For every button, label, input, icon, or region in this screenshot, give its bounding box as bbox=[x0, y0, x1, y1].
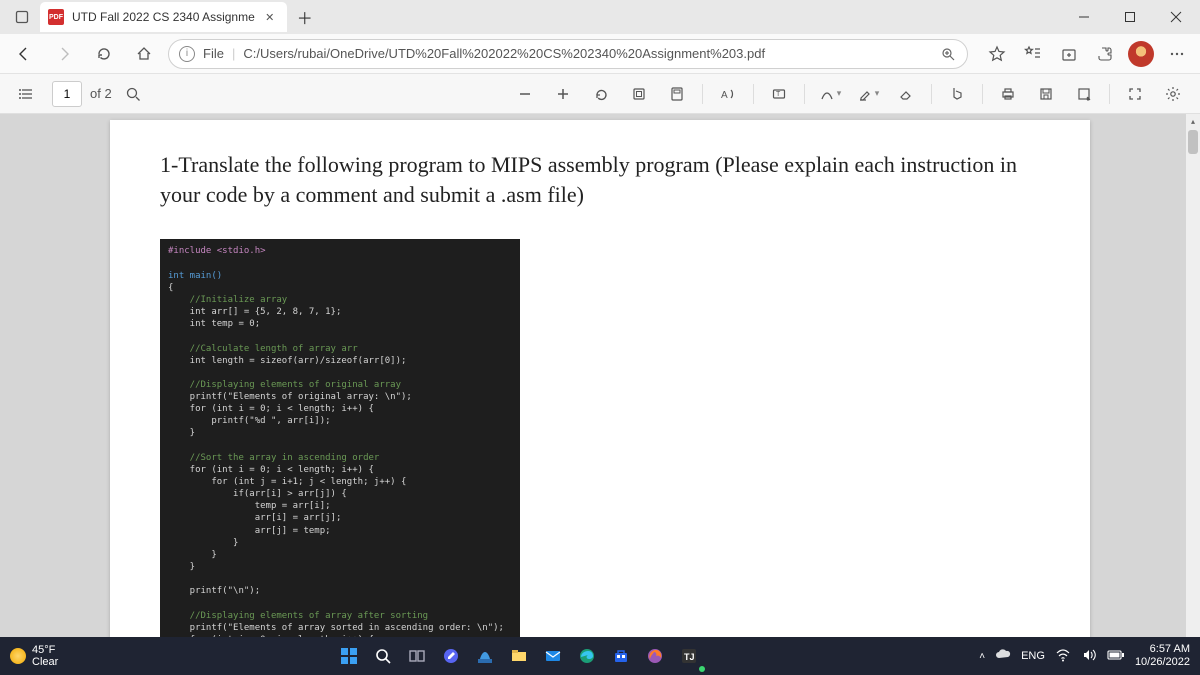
url-separator: | bbox=[232, 46, 235, 61]
weather-cond: Clear bbox=[32, 656, 58, 668]
url-prefix: File bbox=[203, 46, 224, 61]
scrollbar-thumb[interactable] bbox=[1188, 130, 1198, 154]
read-aloud-icon[interactable]: A bbox=[711, 78, 745, 110]
tab-close-icon[interactable]: ✕ bbox=[263, 10, 277, 24]
add-text-icon[interactable]: T bbox=[762, 78, 796, 110]
chat-button[interactable] bbox=[437, 642, 465, 670]
ask-bing-icon[interactable] bbox=[940, 78, 974, 110]
weather-temp: 45°F bbox=[32, 644, 58, 656]
contents-icon[interactable] bbox=[10, 78, 44, 110]
new-tab-button[interactable]: ＋ bbox=[291, 3, 319, 31]
status-dot-icon bbox=[699, 666, 705, 672]
save-icon[interactable] bbox=[1029, 78, 1063, 110]
page-count-label: of 2 bbox=[90, 86, 112, 101]
page-number-input[interactable] bbox=[52, 81, 82, 107]
zoom-out-icon[interactable] bbox=[508, 78, 542, 110]
more-menu-icon[interactable] bbox=[1162, 39, 1192, 69]
highlight-icon[interactable]: ▾ bbox=[851, 78, 885, 110]
svg-text:T: T bbox=[776, 91, 781, 98]
collections-icon[interactable] bbox=[1054, 39, 1084, 69]
forward-button[interactable] bbox=[48, 38, 80, 70]
system-tray: ˄ ENG 6:57 AM 10/26/2022 bbox=[969, 643, 1200, 668]
draw-icon[interactable]: ▾ bbox=[813, 78, 847, 110]
weather-icon bbox=[10, 648, 26, 664]
url-text: C:/Users/rubai/OneDrive/UTD%20Fall%20202… bbox=[243, 46, 931, 61]
pdf-search-icon[interactable] bbox=[116, 78, 150, 110]
window-close-button[interactable] bbox=[1154, 1, 1198, 33]
pdf-toolbar: of 2 A T ▾ ▾ bbox=[0, 74, 1200, 114]
scroll-up-icon[interactable]: ▴ bbox=[1186, 114, 1200, 128]
store-button[interactable] bbox=[607, 642, 635, 670]
question-text: 1-Translate the following program to MIP… bbox=[160, 150, 1040, 209]
edge-button[interactable] bbox=[573, 642, 601, 670]
taskbar-app-1[interactable] bbox=[471, 642, 499, 670]
windows-taskbar: 45°F Clear TJ ˄ ENG 6:57 AM 10/26/2022 bbox=[0, 637, 1200, 675]
zoom-icon[interactable] bbox=[939, 45, 957, 63]
window-minimize-button[interactable] bbox=[1062, 1, 1106, 33]
pdf-favicon: PDF bbox=[48, 9, 64, 25]
pdf-settings-icon[interactable] bbox=[1156, 78, 1190, 110]
file-explorer-button[interactable] bbox=[505, 642, 533, 670]
favorites-bar-icon[interactable] bbox=[1018, 39, 1048, 69]
tray-chevron-icon[interactable]: ˄ bbox=[979, 651, 985, 662]
tray-volume-icon[interactable] bbox=[1081, 647, 1097, 666]
refresh-button[interactable] bbox=[88, 38, 120, 70]
tray-onedrive-icon[interactable] bbox=[995, 647, 1011, 666]
favorite-star-icon[interactable] bbox=[982, 39, 1012, 69]
back-button[interactable] bbox=[8, 38, 40, 70]
browser-tab[interactable]: PDF UTD Fall 2022 CS 2340 Assignme ✕ bbox=[40, 2, 287, 32]
taskbar-center: TJ bbox=[68, 642, 969, 670]
rotate-icon[interactable] bbox=[584, 78, 618, 110]
svg-text:A: A bbox=[721, 90, 728, 101]
pdf-page: 1-Translate the following program to MIP… bbox=[110, 120, 1090, 637]
start-button[interactable] bbox=[335, 642, 363, 670]
chevron-down-icon: ▾ bbox=[875, 88, 880, 99]
tray-wifi-icon[interactable] bbox=[1055, 647, 1071, 666]
save-as-icon[interactable] bbox=[1067, 78, 1101, 110]
profile-avatar[interactable] bbox=[1126, 39, 1156, 69]
vertical-scrollbar[interactable]: ▴ bbox=[1186, 114, 1200, 637]
window-maximize-button[interactable] bbox=[1108, 1, 1152, 33]
chevron-down-icon: ▾ bbox=[837, 88, 842, 99]
extensions-icon[interactable] bbox=[1090, 39, 1120, 69]
tab-title: UTD Fall 2022 CS 2340 Assignme bbox=[72, 10, 255, 24]
page-view-icon[interactable] bbox=[660, 78, 694, 110]
code-block: #include <stdio.h> int main() { //Initia… bbox=[160, 239, 520, 637]
tray-clock[interactable]: 6:57 AM 10/26/2022 bbox=[1135, 643, 1190, 668]
task-view-button[interactable] bbox=[403, 642, 431, 670]
pdf-viewport[interactable]: 1-Translate the following program to MIP… bbox=[0, 114, 1200, 637]
mail-button[interactable] bbox=[539, 642, 567, 670]
taskbar-weather[interactable]: 45°F Clear bbox=[0, 644, 68, 668]
erase-icon[interactable] bbox=[889, 78, 923, 110]
fit-page-icon[interactable] bbox=[622, 78, 656, 110]
browser-tab-bar: PDF UTD Fall 2022 CS 2340 Assignme ✕ ＋ bbox=[0, 0, 1200, 34]
firefox-button[interactable] bbox=[641, 642, 669, 670]
tab-spacer-icon[interactable] bbox=[4, 0, 40, 34]
print-icon[interactable] bbox=[991, 78, 1025, 110]
address-bar: i File | C:/Users/rubai/OneDrive/UTD%20F… bbox=[0, 34, 1200, 74]
tray-battery-icon[interactable] bbox=[1107, 649, 1125, 664]
zoom-in-icon[interactable] bbox=[546, 78, 580, 110]
tray-date: 10/26/2022 bbox=[1135, 656, 1190, 669]
tray-time: 6:57 AM bbox=[1135, 643, 1190, 656]
fullscreen-icon[interactable] bbox=[1118, 78, 1152, 110]
taskbar-app-ide[interactable]: TJ bbox=[675, 642, 703, 670]
tray-language[interactable]: ENG bbox=[1021, 650, 1045, 662]
window-controls bbox=[1062, 1, 1200, 33]
svg-text:TJ: TJ bbox=[684, 652, 695, 662]
site-info-icon[interactable]: i bbox=[179, 46, 195, 62]
search-button[interactable] bbox=[369, 642, 397, 670]
home-button[interactable] bbox=[128, 38, 160, 70]
url-field[interactable]: i File | C:/Users/rubai/OneDrive/UTD%20F… bbox=[168, 39, 968, 69]
